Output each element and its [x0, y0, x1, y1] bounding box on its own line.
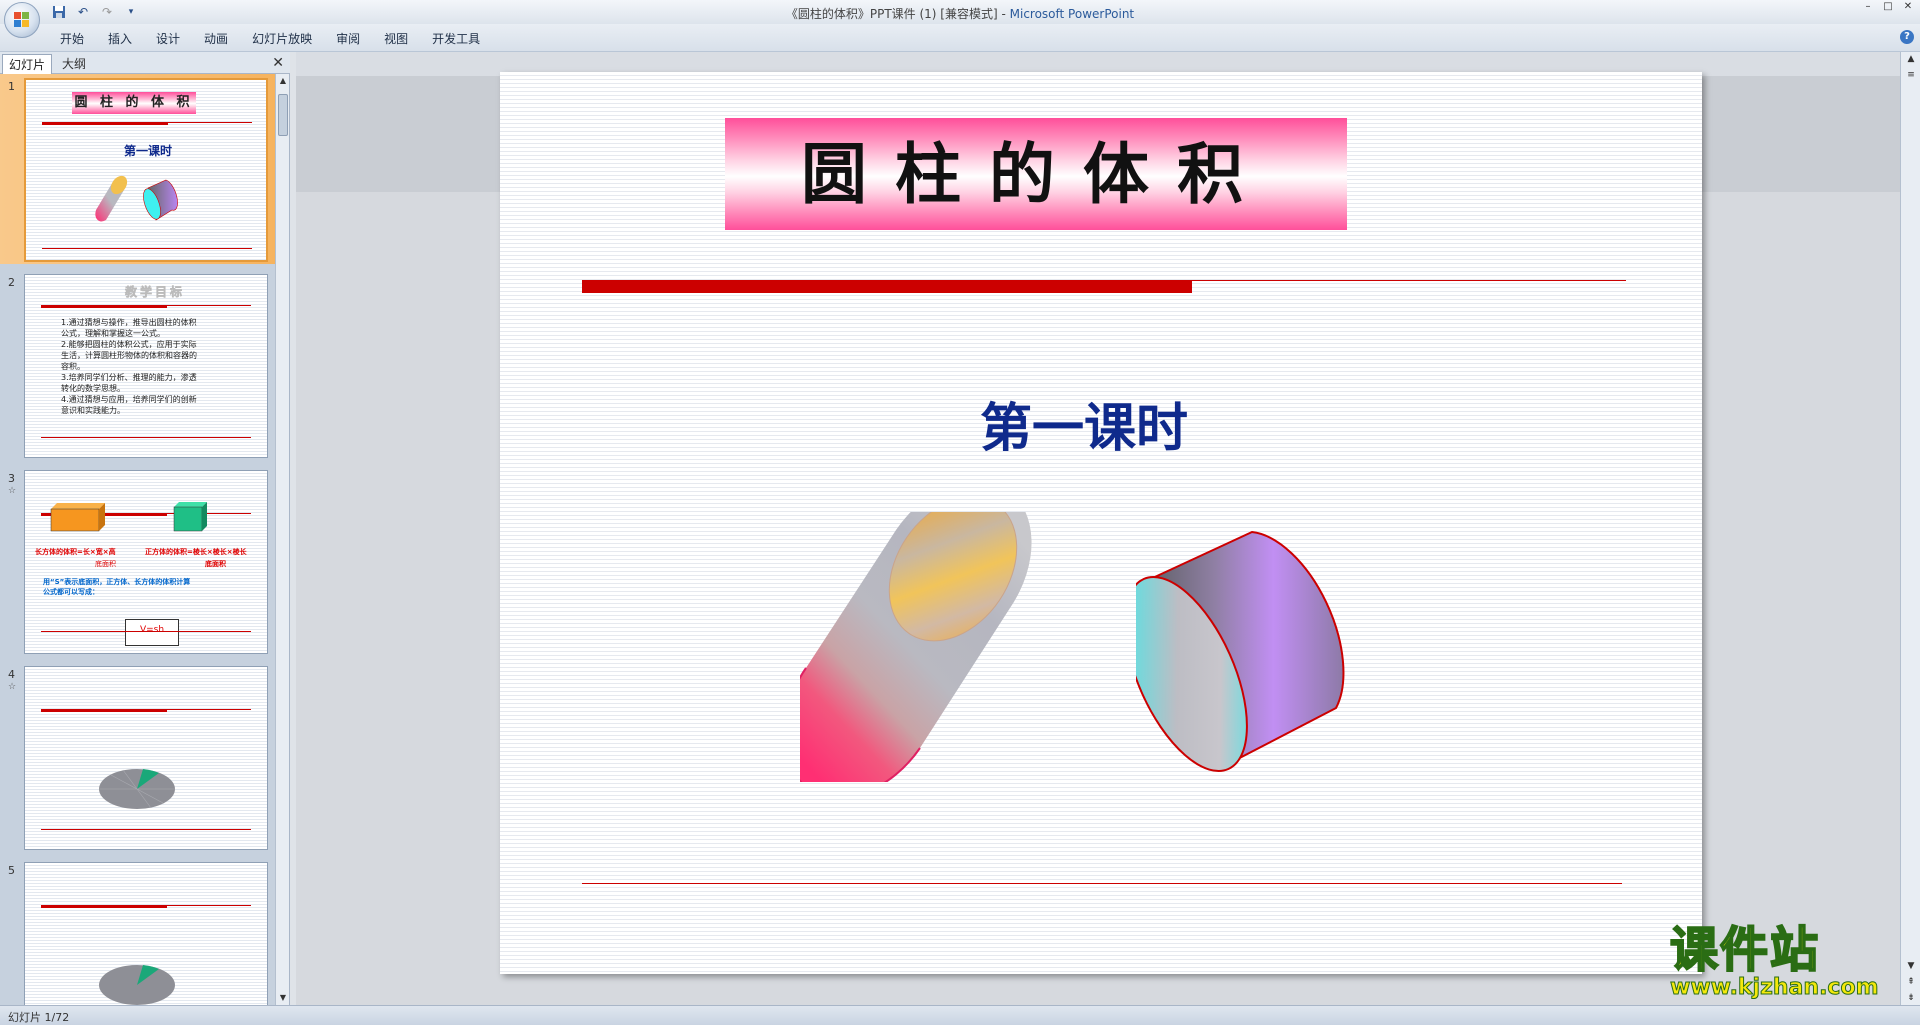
slide-thumbnail[interactable]: 圆 柱 的 体 积 第一课时: [24, 78, 268, 262]
scrollbar-thumb[interactable]: [278, 94, 288, 136]
thumbnail-bottom-line: [42, 248, 252, 249]
tab-review[interactable]: 审阅: [324, 30, 372, 48]
thumbnail-row-4[interactable]: 4 ☆: [0, 662, 276, 852]
tilted-cylinder-image[interactable]: [800, 512, 1040, 782]
thumbnail-line: 3.培养同学们分析、推理的能力，渗透: [61, 373, 197, 382]
ribbon: 开始 插入 设计 动画 幻灯片放映 审阅 视图 开发工具 ?: [0, 24, 1920, 52]
thumbnail-title-banner: 圆 柱 的 体 积: [72, 92, 196, 114]
thumbnail-row-2[interactable]: 2 教学目标 1.通过猜想与操作，推导出圆柱的体积 公式，理解和掌握这一公式。 …: [0, 270, 276, 460]
window-controls: – □ ✕: [1860, 2, 1916, 12]
thumbnail-line: 生活，计算圆柱形物体的体积和容器的: [61, 351, 197, 360]
scroll-down-icon[interactable]: ▼: [1905, 961, 1917, 971]
tab-insert[interactable]: 插入: [96, 30, 144, 48]
thumbnail-bottom-line: [41, 631, 251, 632]
close-icon[interactable]: ✕: [1900, 2, 1916, 12]
thumbnail-number: 3: [8, 472, 15, 485]
tab-slideshow[interactable]: 幻灯片放映: [240, 30, 324, 48]
scroll-up-icon[interactable]: ▲: [1905, 54, 1917, 64]
title-bar: ↶ ↷ ▾ 《圆柱的体积》PPT课件 (1) [兼容模式] - Microsof…: [0, 0, 1920, 24]
drum-cylinder-image[interactable]: [1136, 528, 1356, 788]
tab-outline[interactable]: 大纲: [56, 54, 92, 74]
animation-star-icon: ☆: [8, 682, 17, 692]
thumbnail-red-line: [41, 305, 251, 306]
thumbnail-red-line: [42, 122, 252, 123]
tab-slides[interactable]: 幻灯片: [2, 54, 53, 74]
scroll-thumb-icon[interactable]: ≡: [1905, 70, 1917, 80]
tab-home[interactable]: 开始: [48, 30, 96, 48]
thumbnail-note: 用“S”表示底面积，正方体、长方体的体积计算: [43, 578, 191, 586]
current-slide[interactable]: 圆柱的体积 第一课时: [500, 72, 1702, 974]
slides-pane: 幻灯片 大纲 ✕ 1 圆 柱 的 体 积 第一课时 2 教学目标 1.通过猜想与…: [0, 52, 290, 1005]
thumbnail-formula-box: V=sh: [125, 619, 179, 646]
thumbnail-red-line: [41, 709, 251, 710]
thumbnail-disc: [99, 769, 175, 809]
animation-star-icon: ☆: [8, 486, 17, 496]
thumbnail-line: 4.通过猜想与应用，培养同学们的创新: [61, 395, 197, 404]
previous-slide-icon[interactable]: ⇞: [1905, 977, 1917, 987]
scroll-up-icon[interactable]: ▲: [278, 76, 288, 86]
thumbnail-bottom-line: [41, 829, 251, 830]
status-bar: 幻灯片 1/72: [0, 1005, 1920, 1025]
thumbnail-number: 5: [8, 864, 15, 877]
slide-thumbnail[interactable]: 长方体的体积=长×宽×高 正方体的体积=棱长×棱长×棱长 底面积 底面积 用“S…: [24, 470, 268, 654]
next-slide-icon[interactable]: ⇟: [1905, 993, 1917, 1003]
tab-view[interactable]: 视图: [372, 30, 420, 48]
window-title: 《圆柱的体积》PPT课件 (1) [兼容模式] - Microsoft Powe…: [785, 7, 1135, 21]
thumbnail-boxes: [50, 502, 207, 532]
thumbnail-line: 1.通过猜想与操作，推导出圆柱的体积: [61, 318, 197, 327]
slide-counter: 幻灯片 1/72: [8, 1011, 70, 1024]
slide-thumbnail[interactable]: [24, 666, 268, 850]
slide-thumbnails: 1 圆 柱 的 体 积 第一课时 2 教学目标 1.通过猜想与操作，推导出圆柱的…: [0, 74, 276, 1005]
thumbnail-title: 圆 柱 的 体 积: [74, 95, 194, 110]
thumbnail-cylinders: [95, 175, 178, 222]
watermark-brand: 课件站: [1669, 922, 1821, 978]
help-icon[interactable]: ?: [1900, 30, 1914, 44]
thumbnail-number: 4: [8, 668, 15, 681]
thumbnail-row-5[interactable]: 5: [0, 858, 276, 1005]
bottom-red-line: [582, 883, 1622, 884]
thumbnail-label-left: 底面积: [95, 560, 116, 568]
thumbnail-number: 2: [8, 276, 15, 289]
title-red-bar: [582, 280, 1192, 293]
canvas-scrollbar[interactable]: ▲ ≡ ▼ ⇞ ⇟: [1900, 52, 1920, 1005]
thumbnails-scrollbar[interactable]: ▲ ▼: [275, 74, 289, 1005]
thumbnail-line: 公式，理解和掌握这一公式。: [61, 329, 165, 338]
thumbnail-note-2: 公式都可以写成：: [43, 588, 99, 596]
thumbnail-row-3[interactable]: 3 ☆ 长方体的体积=长×宽×高 正方体的体积=棱长×棱长×棱长 底面积 底面积…: [0, 466, 276, 656]
thumbnail-row-1[interactable]: 1 圆 柱 的 体 积 第一课时: [0, 74, 276, 264]
thumbnail-body: 1.通过猜想与操作，推导出圆柱的体积 公式，理解和掌握这一公式。 2.能够把圆柱…: [61, 317, 251, 416]
thumbnail-formula-right: 正方体的体积=棱长×棱长×棱长: [145, 548, 247, 556]
thumbnail-line: 意识和实践能力。: [61, 406, 125, 415]
tab-design[interactable]: 设计: [144, 30, 192, 48]
thumbnail-number: 1: [8, 80, 15, 93]
thumbnail-disc: [99, 965, 175, 1005]
pane-tabs: 幻灯片 大纲 ✕: [0, 52, 290, 74]
slide-thumbnail[interactable]: [24, 862, 268, 1005]
title-banner: 圆柱的体积: [725, 118, 1347, 230]
tab-animation[interactable]: 动画: [192, 30, 240, 48]
thumbnail-label-right: 底面积: [205, 560, 226, 568]
minimize-icon[interactable]: –: [1860, 2, 1876, 12]
site-watermark: 课件站 www.kjzhan.com: [1669, 922, 1902, 1004]
tab-developer[interactable]: 开发工具: [420, 30, 492, 48]
maximize-icon[interactable]: □: [1880, 2, 1896, 12]
slide-thumbnail[interactable]: 教学目标 1.通过猜想与操作，推导出圆柱的体积 公式，理解和掌握这一公式。 2.…: [24, 274, 268, 458]
watermark-url: www.kjzhan.com: [1670, 975, 1880, 1000]
thumbnail-line: 转化的数学思想。: [61, 384, 125, 393]
scroll-down-icon[interactable]: ▼: [278, 993, 288, 1003]
slide-title[interactable]: 圆柱的体积: [725, 118, 1347, 230]
thumbnail-title: 教学目标: [125, 285, 186, 300]
ribbon-tabs: 开始 插入 设计 动画 幻灯片放映 审阅 视图 开发工具: [48, 30, 492, 48]
thumbnail-line: 2.能够把圆柱的体积公式，应用于实际: [61, 340, 197, 349]
office-button[interactable]: [4, 2, 40, 38]
thumbnail-formula-left: 长方体的体积=长×宽×高: [35, 548, 116, 556]
thumbnail-bottom-line: [41, 437, 251, 438]
office-logo-icon: [14, 12, 29, 27]
slide-subtitle[interactable]: 第一课时: [980, 386, 1188, 461]
thumbnail-subtitle: 第一课时: [124, 144, 173, 158]
thumbnail-line: 容积。: [61, 362, 85, 371]
close-pane-icon[interactable]: ✕: [272, 55, 284, 71]
thumbnail-red-line: [41, 905, 251, 906]
